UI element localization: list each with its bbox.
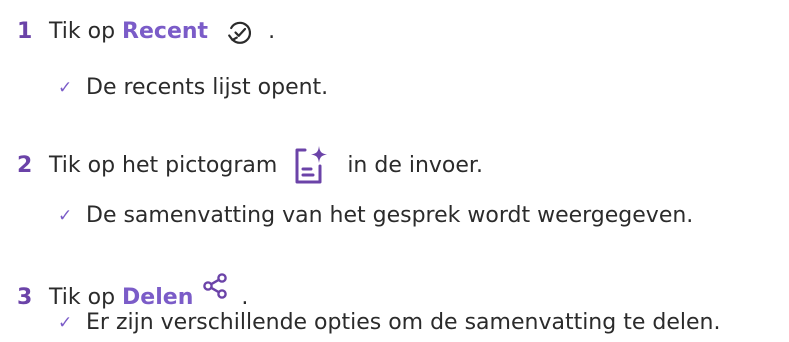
step-text: Tik op: [49, 19, 116, 44]
step-suffix: in de invoer.: [347, 153, 483, 178]
result-text: Er zijn verschillende opties om de samen…: [86, 310, 721, 335]
result-text: De samenvatting van het gesprek wordt we…: [86, 203, 694, 228]
share-icon: [203, 273, 229, 299]
delen-keyword: Delen: [122, 285, 194, 310]
ai-summary-icon: [293, 144, 329, 188]
step-text: Tik op het pictogram: [49, 153, 278, 178]
recent-keyword: Recent: [122, 19, 209, 44]
step-number: 2: [17, 153, 33, 178]
step-2: 2 Tik op het pictogram in de invoer.: [0, 144, 483, 188]
step-suffix: .: [241, 285, 249, 310]
step-2-result: ✓ De samenvatting van het gesprek wordt …: [0, 202, 693, 230]
step-1-result: ✓ De recents lijst opent.: [0, 74, 328, 102]
step-3-result: ✓ Er zijn verschillende opties om de sam…: [0, 309, 720, 337]
step-number: 3: [17, 285, 33, 310]
result-text: De recents lijst opent.: [86, 75, 329, 100]
checkmark-icon: ✓: [58, 78, 73, 98]
step-number: 1: [17, 19, 33, 44]
checkmark-icon: ✓: [58, 206, 73, 226]
step-suffix: .: [268, 19, 276, 44]
history-check-icon: [226, 18, 254, 46]
step-3: 3 Tik op Delen .: [0, 273, 249, 312]
checkmark-icon: ✓: [58, 313, 73, 333]
step-text: Tik op: [49, 285, 116, 310]
step-1: 1 Tik op Recent .: [0, 18, 275, 46]
